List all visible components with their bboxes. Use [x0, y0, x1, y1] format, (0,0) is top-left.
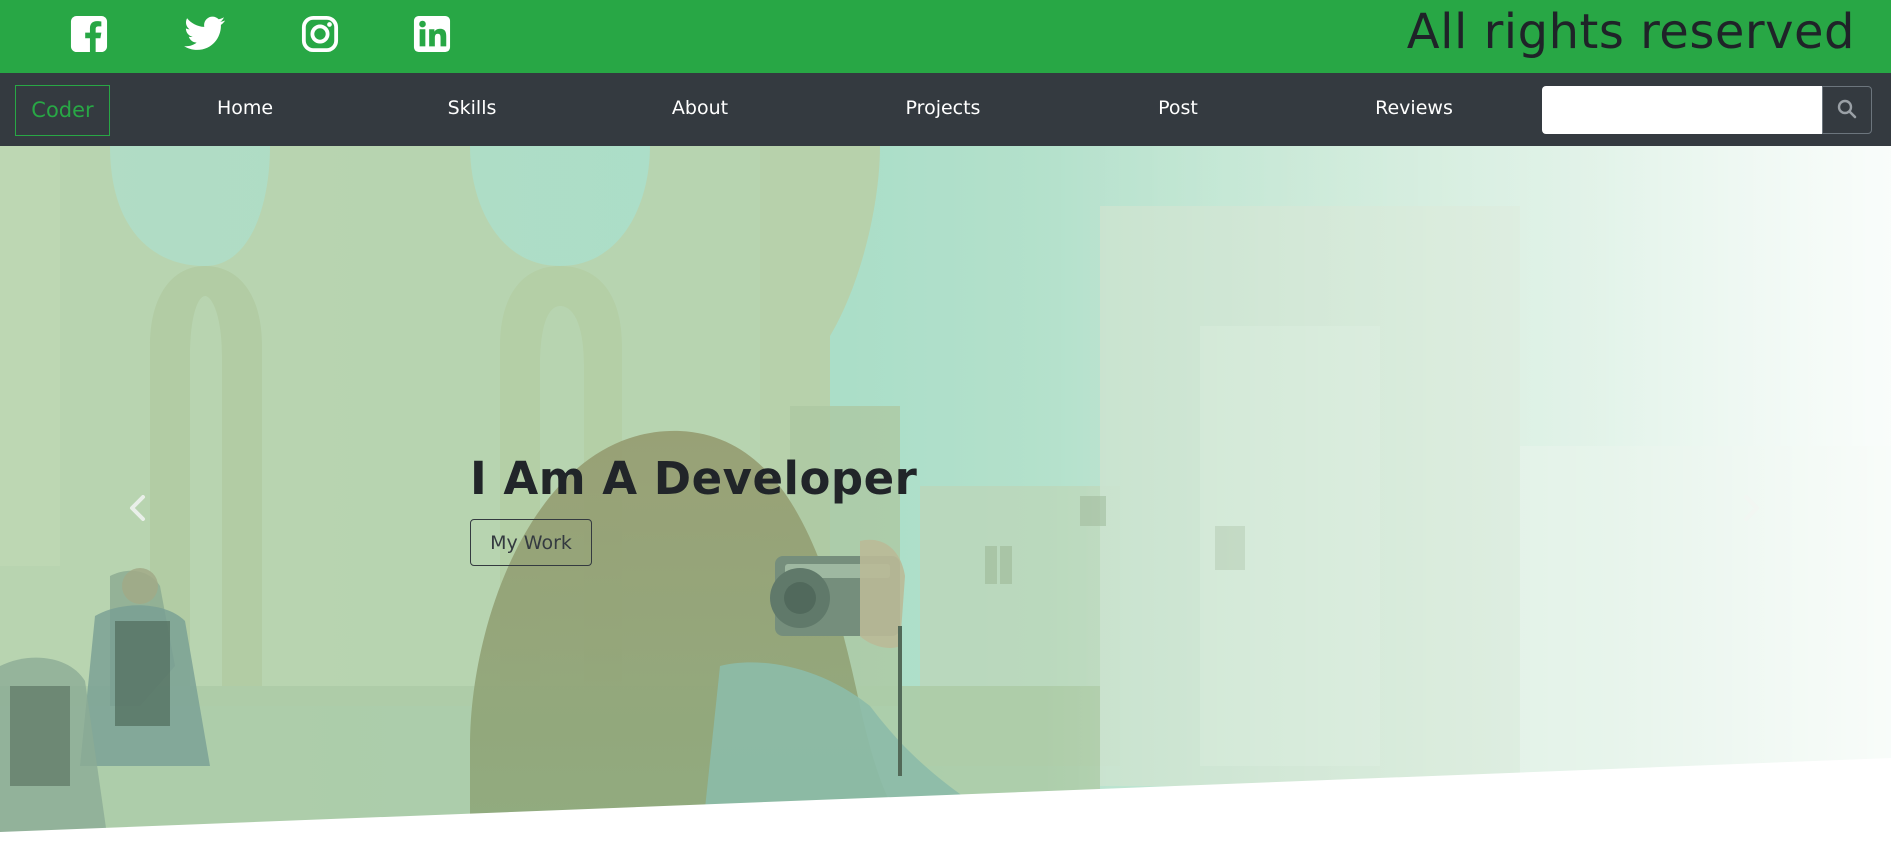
- nav-link-about[interactable]: About: [672, 97, 728, 119]
- carousel-next-button[interactable]: [1731, 490, 1771, 530]
- nav-link-projects[interactable]: Projects: [906, 97, 981, 119]
- nav-link-skills[interactable]: Skills: [448, 97, 497, 119]
- linkedin-icon[interactable]: [413, 15, 451, 53]
- hero-title: I Am A Developer: [470, 452, 918, 505]
- search-button[interactable]: [1822, 86, 1872, 134]
- hero-carousel: I Am A Developer My Work: [0, 146, 1891, 856]
- chevron-right-icon: [1740, 495, 1762, 525]
- carousel-prev-button[interactable]: [118, 490, 158, 530]
- chevron-left-icon: [127, 495, 149, 525]
- nav-link-post[interactable]: Post: [1158, 97, 1198, 119]
- instagram-icon[interactable]: [301, 15, 339, 53]
- twitter-icon[interactable]: [184, 15, 226, 53]
- nav-link-home[interactable]: Home: [217, 97, 273, 119]
- top-bar: All rights reserved: [0, 0, 1891, 73]
- brand-logo[interactable]: Coder: [15, 85, 110, 136]
- navbar: Coder Home Skills About Projects Post Re…: [0, 73, 1891, 146]
- my-work-button[interactable]: My Work: [470, 519, 592, 566]
- search-input[interactable]: [1542, 86, 1822, 134]
- rights-text: All rights reserved: [1406, 4, 1855, 60]
- search-icon: [1837, 99, 1857, 122]
- nav-link-reviews[interactable]: Reviews: [1375, 97, 1453, 119]
- facebook-icon[interactable]: [70, 15, 108, 53]
- hero-bottom-shape: [0, 758, 1891, 856]
